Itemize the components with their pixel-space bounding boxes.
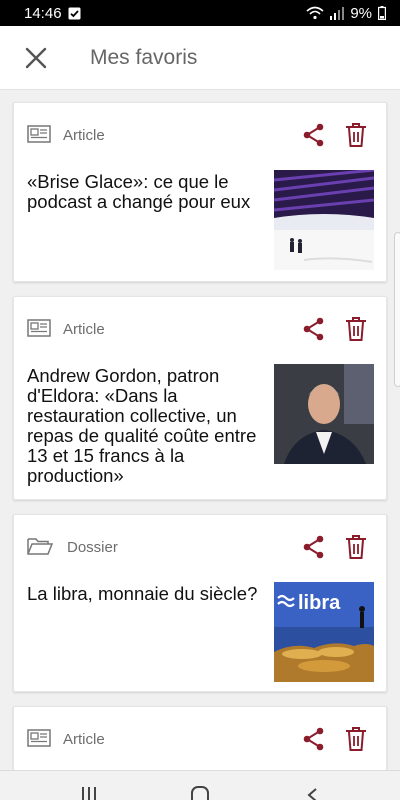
wifi-icon [306,6,324,20]
newspaper-icon [27,319,51,337]
card-header: Article [14,297,386,361]
battery-icon [378,6,386,20]
close-icon [25,47,47,68]
trash-icon[interactable] [344,122,368,148]
recent-apps-icon[interactable] [74,777,104,800]
content-type-label: Article [63,731,105,748]
content-type-label: Article [63,321,105,338]
battery-percent: 9% [350,4,372,22]
share-icon[interactable] [302,122,326,148]
article-title[interactable]: Andrew Gordon, patron d'Eldora: «Dans la… [27,366,270,486]
folder-icon [27,538,53,555]
podcast-illustration [274,170,374,270]
article-thumbnail[interactable] [274,364,374,464]
status-time: 14:46 [24,4,62,22]
trash-icon[interactable] [344,316,368,342]
card-header: Article [14,707,386,770]
status-bar: 14:46 9% [0,0,400,26]
favorites-list[interactable]: Article «Brise Glace»: ce que le podcast… [0,90,400,770]
trash-icon[interactable] [344,726,368,752]
card-header: Article [14,103,386,167]
page-title: Mes favoris [90,45,198,69]
trash-icon[interactable] [344,534,368,560]
dossier-thumbnail[interactable]: libra [274,582,374,682]
card-header: Dossier [14,515,386,579]
share-icon[interactable] [302,726,326,752]
favorite-card: Article «Brise Glace»: ce que le podcast… [13,102,387,282]
libra-photo: libra [274,582,374,682]
system-nav-bar [0,770,400,800]
favorite-card: Article Andrew Gordon, patron d'Eldora: … [13,296,387,500]
back-icon[interactable] [298,777,328,800]
share-icon[interactable] [302,316,326,342]
newspaper-icon [27,729,51,747]
app-header: Mes favoris [0,26,400,90]
edge-panel-handle[interactable] [394,232,400,387]
newspaper-icon [27,125,51,143]
notification-check-icon [68,7,81,19]
article-thumbnail[interactable] [274,170,374,270]
article-title[interactable]: «Brise Glace»: ce que le podcast a chang… [27,172,270,212]
favorite-card: Dossier La libra, monnaie du siècle? lib… [13,514,387,692]
favorite-card: Article [13,706,387,770]
content-type-label: Article [63,127,105,144]
share-icon[interactable] [302,534,326,560]
content-type-label: Dossier [67,539,118,556]
libra-logo-text: libra [298,592,341,614]
portrait-photo [274,364,374,464]
signal-icon [330,6,345,20]
home-icon[interactable] [185,777,215,800]
dossier-title[interactable]: La libra, monnaie du siècle? [27,584,277,604]
close-button[interactable] [16,38,56,78]
